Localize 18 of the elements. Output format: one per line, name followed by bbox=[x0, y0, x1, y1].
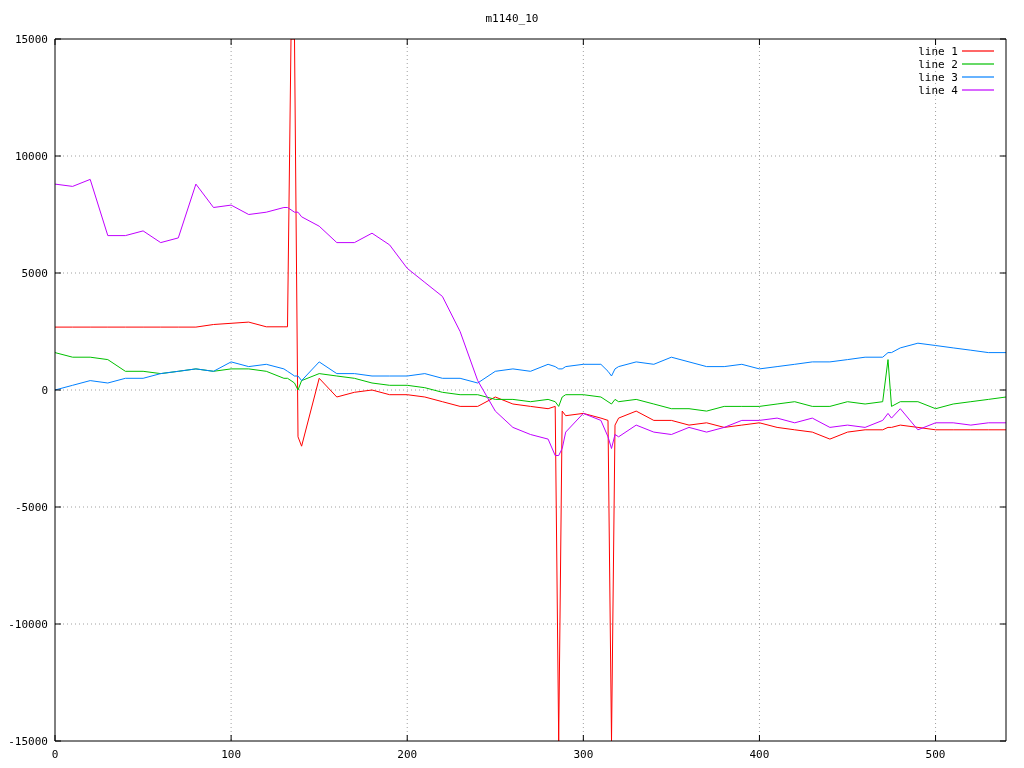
axis-tick-label: 400 bbox=[749, 748, 770, 761]
axis-tick-label: 5000 bbox=[21, 267, 48, 280]
axis-tick-label: -5000 bbox=[14, 501, 48, 514]
legend-label: line 4 bbox=[918, 84, 958, 97]
chart-title: m1140_10 bbox=[485, 12, 539, 25]
axis-tick-label: -15000 bbox=[8, 735, 48, 748]
axis-tick-label: 10000 bbox=[14, 150, 48, 163]
axis-tick-label: 0 bbox=[41, 384, 48, 397]
axis-tick-label: 100 bbox=[221, 748, 242, 761]
axis-tick-label: 500 bbox=[925, 748, 946, 761]
legend-label: line 2 bbox=[918, 58, 958, 71]
axis-tick-label: 0 bbox=[51, 748, 59, 761]
axis-tick-label: -10000 bbox=[8, 618, 48, 631]
legend-label: line 1 bbox=[918, 45, 958, 58]
legend-label: line 3 bbox=[918, 71, 958, 84]
axis-tick-label: 300 bbox=[573, 748, 594, 761]
axis-tick-label: 15000 bbox=[14, 33, 48, 46]
axis-tick-label: 200 bbox=[397, 748, 418, 761]
